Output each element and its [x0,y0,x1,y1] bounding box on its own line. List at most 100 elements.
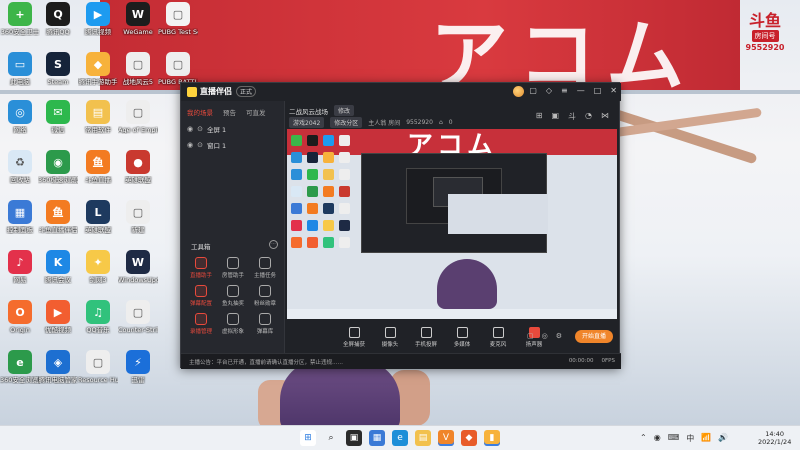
desktop-icon[interactable]: ▶ 腾讯视频 [78,2,118,36]
record-icon[interactable]: ▢ [527,332,534,340]
widgets-icon[interactable]: ▦ [369,430,385,446]
desktop-icon[interactable]: W WindowsUpdate [118,250,158,284]
desktop-icon[interactable]: K 腾讯会议 [38,250,78,284]
tray-icon[interactable]: 🔊 [718,433,728,444]
toolbox-item[interactable]: 粉丝勋章 [249,285,281,307]
toolbox-item[interactable]: 主播任务 [249,257,281,279]
tray-icon[interactable]: 📶 [701,433,711,444]
desktop-icon[interactable]: ♫ QQ音乐 [78,300,118,334]
room-label: 主人翁 房间 [368,120,401,127]
desktop-icon[interactable]: ⚡ 迅雷 [118,350,158,384]
tray-icon[interactable]: ⌨ [668,433,680,444]
toolbox-more-button[interactable]: ··· [269,240,278,249]
desktop-icon[interactable]: O Origin [0,300,40,334]
search-icon[interactable]: ⌕ [323,430,339,446]
lock-icon[interactable]: ⊙ [197,125,203,133]
eye-icon[interactable]: ◉ [187,141,193,149]
douyu-taskbar-icon[interactable]: V [438,430,454,446]
live-preview[interactable]: アコム [287,129,617,319]
maximize-icon[interactable]: □ [594,86,602,95]
desktop-icon[interactable]: ▶ 优酷视频 [38,300,78,334]
task-view-icon[interactable]: ▣ [346,430,362,446]
toolbox-item[interactable]: 弹幕配置 [185,285,217,307]
desktop-icon[interactable]: ▢ Age of Empires ... [118,100,158,134]
tab-my-scenes[interactable]: 我的场景 [187,107,213,117]
desktop-icon[interactable]: Q 腾讯QQ [38,2,78,36]
gift-icon[interactable]: ◇ [546,86,552,95]
desktop-icon[interactable]: ▢ PUBG Test Server [158,2,198,36]
desktop-icon[interactable]: ▭ 此电脑 [0,52,40,86]
live-companion-window[interactable]: 直播伴侣 正式 ▢ ◇ ≡ — □ ✕ 我的场景 预告 可直发 ◉ ⊙ 全屏 1… [180,82,621,369]
desktop-icon[interactable]: ▢ 战地风云5 [118,52,158,86]
close-icon[interactable]: ✕ [610,86,617,95]
file-explorer-icon[interactable]: ▤ [415,430,431,446]
toolbox-item[interactable]: 弹幕库 [249,313,281,335]
desktop-icon[interactable]: 鱼斗鱼直播 [78,150,118,184]
app-logo-icon [187,86,197,97]
desktop-icon[interactable]: e 360安全浏览器 [0,350,40,384]
edit-title-button[interactable]: 修改 [334,105,355,116]
bell-icon[interactable]: ◔ [585,111,592,122]
box-icon[interactable]: ▣ [551,111,559,122]
douyu-icon[interactable]: 斗 [568,111,576,122]
settings-icon[interactable]: ⚙ [556,332,562,340]
desktop-icon[interactable]: ✦ 剑网3 [78,250,118,284]
live-companion-taskbar-icon[interactable]: ▮ [484,430,500,446]
room-meta: 游戏2042 修改分区 主人翁 房间 9552920 ⌂ 0 [289,117,453,128]
toolbox-item[interactable]: 鱼丸抽奖 [217,285,249,307]
tab-preview[interactable]: 预告 [223,107,236,117]
desktop-icon[interactable]: S Steam [38,52,78,86]
desktop-icon[interactable]: ▢ PUBG BATTLE [158,52,198,86]
desktop-icon[interactable]: L 英雄联盟 [78,200,118,234]
toolbox-item[interactable]: 录播管理 [185,313,217,335]
desktop-icon[interactable]: ▢ Counter-Strike ... [118,300,158,334]
start-live-button[interactable]: 开始直播 [575,330,613,343]
window-titlebar[interactable]: 直播伴侣 正式 ▢ ◇ ≡ — □ ✕ [181,83,621,101]
desktop-icon[interactable]: 鱼斗鱼直播伴侣 [38,200,78,234]
source-control-button[interactable]: 手机投屏 [413,327,439,348]
desktop-icon[interactable]: ◈ 腾讯电脑管家 [38,350,78,384]
taskbar-clock[interactable]: 14:40 2022/1/24 [758,430,791,446]
desktop-icon[interactable]: ♪ 网易 [0,250,40,284]
desktop-icon[interactable]: ▢ Resource Hunter [78,350,118,384]
desktop-icon[interactable]: ▤ 常用软件 [78,100,118,134]
edge-icon[interactable]: e [392,430,408,446]
toolbox-item[interactable]: 虚拟形象 [217,313,249,335]
toolbox-item[interactable]: 房管助手 [217,257,249,279]
tray-icon[interactable]: ◉ [654,433,661,444]
lock-icon[interactable]: ⊙ [197,141,203,149]
eye-icon[interactable]: ◎ [542,332,548,340]
menu-icon[interactable]: ≡ [561,86,568,95]
scene-item[interactable]: ◉ ⊙ 全屏 1 [181,121,284,137]
source-control-button[interactable]: 麦克风 [485,327,511,348]
desktop-icon[interactable]: W WeGame [118,2,158,36]
desktop-icon[interactable]: ✉ 微信 [38,100,78,134]
tab-direct[interactable]: 可直发 [246,107,266,117]
source-control-button[interactable]: 全屏捕获 [341,327,367,348]
tray-icon[interactable]: 中 [686,433,694,444]
edit-category-button[interactable]: 修改分区 [330,117,363,128]
desktop-icon[interactable]: ▦ 控制面板 [0,200,40,234]
app-icon: ⚡ [126,350,150,374]
eye-icon[interactable]: ◉ [187,125,193,133]
app-taskbar-icon[interactable]: ◆ [461,430,477,446]
avatar[interactable] [513,86,524,97]
toolbox-item[interactable]: 直播助手 [185,257,217,279]
desktop-icon[interactable]: ▢ 新建 [118,200,158,234]
scene-item[interactable]: ◉ ⊙ 窗口 1 [181,137,284,153]
desktop-icon[interactable]: ● 英雄联盟 [118,150,158,184]
source-control-button[interactable]: 摄像头 [377,327,403,348]
version-badge[interactable]: 正式 [236,86,257,97]
grid-icon[interactable]: ⊞ [536,111,543,122]
source-control-button[interactable]: 多媒体 [449,327,475,348]
share-icon[interactable]: ⋈ [601,111,609,122]
desktop-icon[interactable]: ◉ 360极速浏览器 [38,150,78,184]
desktop-icon[interactable]: ◆ 腾讯手游助手 [78,52,118,86]
tray-icon[interactable]: ⌃ [640,433,647,444]
desktop-icon[interactable]: +360安全卫士 [0,2,40,36]
minimize-icon[interactable]: — [577,86,585,95]
message-icon[interactable]: ▢ [529,86,537,95]
start-icon[interactable]: ⊞ [300,430,316,446]
desktop-icon[interactable]: ◎ 网络 [0,100,40,134]
desktop-icon[interactable]: ♻ 回收站 [0,150,40,184]
